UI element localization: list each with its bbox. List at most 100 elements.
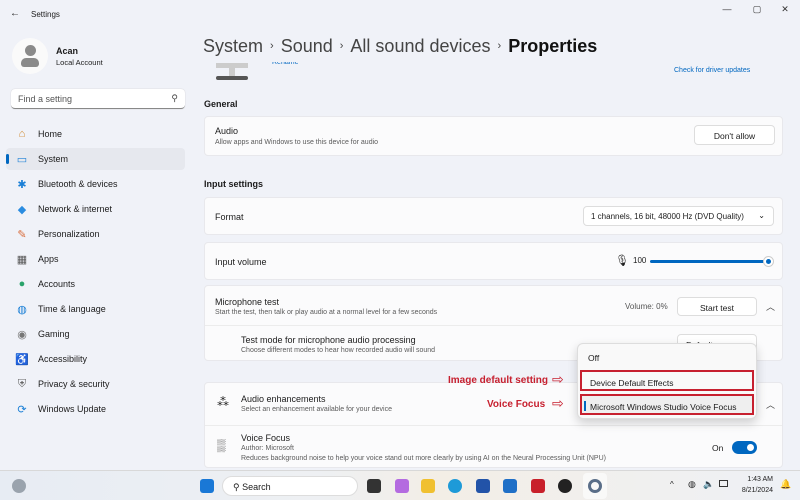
sidebar-item-accounts[interactable]: ● Accounts bbox=[6, 273, 185, 295]
chevron-down-icon: ⌄ bbox=[758, 211, 765, 220]
voice-focus-desc: Reduces background noise to help your vo… bbox=[241, 455, 606, 462]
device-icon-stem bbox=[229, 68, 235, 76]
voice-focus-state: On bbox=[712, 443, 724, 453]
shield-icon: ⛨ bbox=[17, 377, 27, 390]
sidebar-item-windows-update[interactable]: ⟳ Windows Update bbox=[6, 398, 185, 420]
minimize-button[interactable]: — bbox=[716, 4, 738, 18]
brush-icon: ✎ bbox=[17, 228, 27, 241]
sidebar-item-system[interactable]: ▭ System bbox=[6, 148, 185, 170]
notification-bell-icon[interactable]: 🔔 bbox=[780, 479, 791, 490]
globe-icon: ◍ bbox=[17, 303, 27, 316]
window-title: Settings bbox=[31, 10, 60, 19]
maximize-button[interactable]: ▢ bbox=[746, 4, 768, 18]
option-voice-focus[interactable]: Microsoft Windows Studio Voice Focus bbox=[580, 394, 754, 415]
mcafee-icon[interactable] bbox=[531, 479, 545, 493]
account-type: Local Account bbox=[56, 58, 103, 67]
sidebar-item-apps[interactable]: ▦ Apps bbox=[6, 248, 185, 270]
breadcrumb-sound[interactable]: Sound bbox=[281, 36, 333, 56]
chevron-up-icon[interactable]: ^ bbox=[670, 480, 674, 489]
sidebar-item-privacy-security[interactable]: ⛨ Privacy & security bbox=[6, 373, 185, 395]
voice-focus-title: Voice Focus bbox=[241, 433, 291, 443]
sidebar-item-home[interactable]: ⌂ Home bbox=[6, 123, 185, 145]
enhancements-title: Audio enhancements bbox=[241, 394, 326, 404]
copilot-icon[interactable] bbox=[395, 479, 409, 493]
dont-allow-button[interactable]: Don't allow bbox=[694, 125, 775, 145]
search-icon: ⚲ bbox=[171, 93, 178, 103]
audio-desc: Allow apps and Windows to use this devic… bbox=[215, 139, 379, 146]
avatar[interactable] bbox=[12, 38, 48, 74]
chevron-up-icon[interactable]: ︿ bbox=[766, 300, 775, 313]
network-icon: ◆ bbox=[17, 203, 27, 216]
input-volume-card: Input volume 🎙 100 bbox=[204, 242, 783, 280]
input-volume-label: Input volume bbox=[215, 257, 267, 267]
input-heading: Input settings bbox=[204, 179, 263, 189]
sidebar-item-label: Privacy & security bbox=[38, 379, 110, 389]
start-test-button[interactable]: Start test bbox=[677, 297, 757, 316]
update-icon: ⟳ bbox=[17, 403, 27, 416]
device-icon-base bbox=[216, 76, 248, 80]
taskbar: ⚲ Search ^ ◍ 🔈 1:43 AM 8/21/2024 🔔 bbox=[0, 470, 800, 500]
sidebar-item-label: System bbox=[38, 154, 69, 164]
annotation-voice-focus: Voice Focus bbox=[487, 399, 546, 410]
store-icon[interactable] bbox=[476, 479, 490, 493]
home-icon: ⌂ bbox=[18, 128, 26, 140]
sidebar-item-label: Personalization bbox=[38, 229, 100, 239]
sidebar-item-bluetooth-devices[interactable]: ✱ Bluetooth & devices bbox=[6, 173, 185, 195]
format-card: Format 1 channels, 16 bit, 48000 Hz (DVD… bbox=[204, 197, 783, 235]
enhancement-dropdown: Off Device Default Effects Microsoft Win… bbox=[577, 343, 757, 419]
taskbar-search[interactable]: ⚲ Search bbox=[222, 476, 358, 496]
sidebar-item-time-language[interactable]: ◍ Time & language bbox=[6, 298, 185, 320]
battery-icon[interactable] bbox=[719, 480, 728, 487]
sidebar-item-label: Home bbox=[38, 129, 63, 139]
test-mode-desc: Choose different modes to hear how recor… bbox=[241, 347, 436, 354]
volume-slider-thumb[interactable] bbox=[763, 256, 774, 267]
search-input[interactable]: Find a setting ⚲ bbox=[11, 89, 185, 109]
format-label: Format bbox=[215, 212, 244, 222]
rename-link[interactable]: Rename bbox=[272, 62, 298, 69]
enhancement-icon: ⁂ bbox=[217, 395, 229, 409]
clock-date[interactable]: 8/21/2024 bbox=[735, 487, 773, 494]
option-off[interactable]: Off bbox=[580, 347, 754, 368]
volume-slider[interactable] bbox=[650, 260, 770, 263]
breadcrumb-system[interactable]: System bbox=[203, 36, 263, 56]
settings-taskbar-button[interactable] bbox=[583, 473, 607, 499]
sidebar-item-label: Apps bbox=[38, 254, 59, 264]
sidebar-item-label: Bluetooth & devices bbox=[38, 179, 118, 189]
sidebar-item-label: Accounts bbox=[38, 279, 76, 289]
apps-icon: ▦ bbox=[16, 253, 28, 266]
sidebar-item-label: Accessibility bbox=[38, 354, 88, 364]
edge-icon[interactable] bbox=[448, 479, 462, 493]
accessibility-icon: ♿ bbox=[15, 353, 29, 366]
driver-update-link[interactable]: Check for driver updates bbox=[674, 67, 750, 74]
search-placeholder: Find a setting bbox=[18, 94, 73, 104]
weather-icon[interactable] bbox=[12, 479, 26, 493]
system-icon: ▭ bbox=[16, 153, 28, 166]
task-view-icon[interactable] bbox=[367, 479, 381, 493]
volume-value: 100 bbox=[633, 256, 647, 265]
format-select[interactable]: 1 channels, 16 bit, 48000 Hz (DVD Qualit… bbox=[583, 206, 774, 226]
media-player-icon[interactable] bbox=[558, 479, 572, 493]
taskbar-search-label: Search bbox=[242, 482, 271, 492]
back-icon[interactable]: ← bbox=[10, 8, 20, 19]
start-icon[interactable] bbox=[200, 479, 214, 493]
chevron-up-icon[interactable]: ︿ bbox=[766, 398, 775, 411]
network-icon[interactable]: ◍ bbox=[688, 479, 696, 490]
option-device-default-effects[interactable]: Device Default Effects bbox=[580, 370, 754, 391]
breadcrumb-all-devices[interactable]: All sound devices bbox=[350, 36, 490, 56]
sidebar-item-network-internet[interactable]: ◆ Network & internet bbox=[6, 198, 185, 220]
sidebar-item-gaming[interactable]: ◉ Gaming bbox=[6, 323, 185, 345]
clock-time[interactable]: 1:43 AM bbox=[738, 476, 773, 483]
arrow-right-icon: ⇨ bbox=[552, 395, 564, 411]
dell-icon[interactable] bbox=[503, 479, 517, 493]
enhancements-desc: Select an enhancement available for your… bbox=[241, 406, 392, 413]
mic-test-desc: Start the test, then talk or play audio … bbox=[215, 309, 438, 316]
file-explorer-icon[interactable] bbox=[421, 479, 435, 493]
general-heading: General bbox=[204, 99, 238, 109]
volume-icon[interactable]: 🔈 bbox=[703, 479, 714, 490]
sidebar-item-accessibility[interactable]: ♿ Accessibility bbox=[6, 348, 185, 370]
voice-focus-toggle[interactable] bbox=[732, 441, 757, 454]
audio-title: Audio bbox=[215, 126, 239, 136]
sidebar-item-personalization[interactable]: ✎ Personalization bbox=[6, 223, 185, 245]
sidebar-item-label: Gaming bbox=[38, 329, 70, 339]
close-button[interactable]: ✕ bbox=[774, 4, 796, 18]
